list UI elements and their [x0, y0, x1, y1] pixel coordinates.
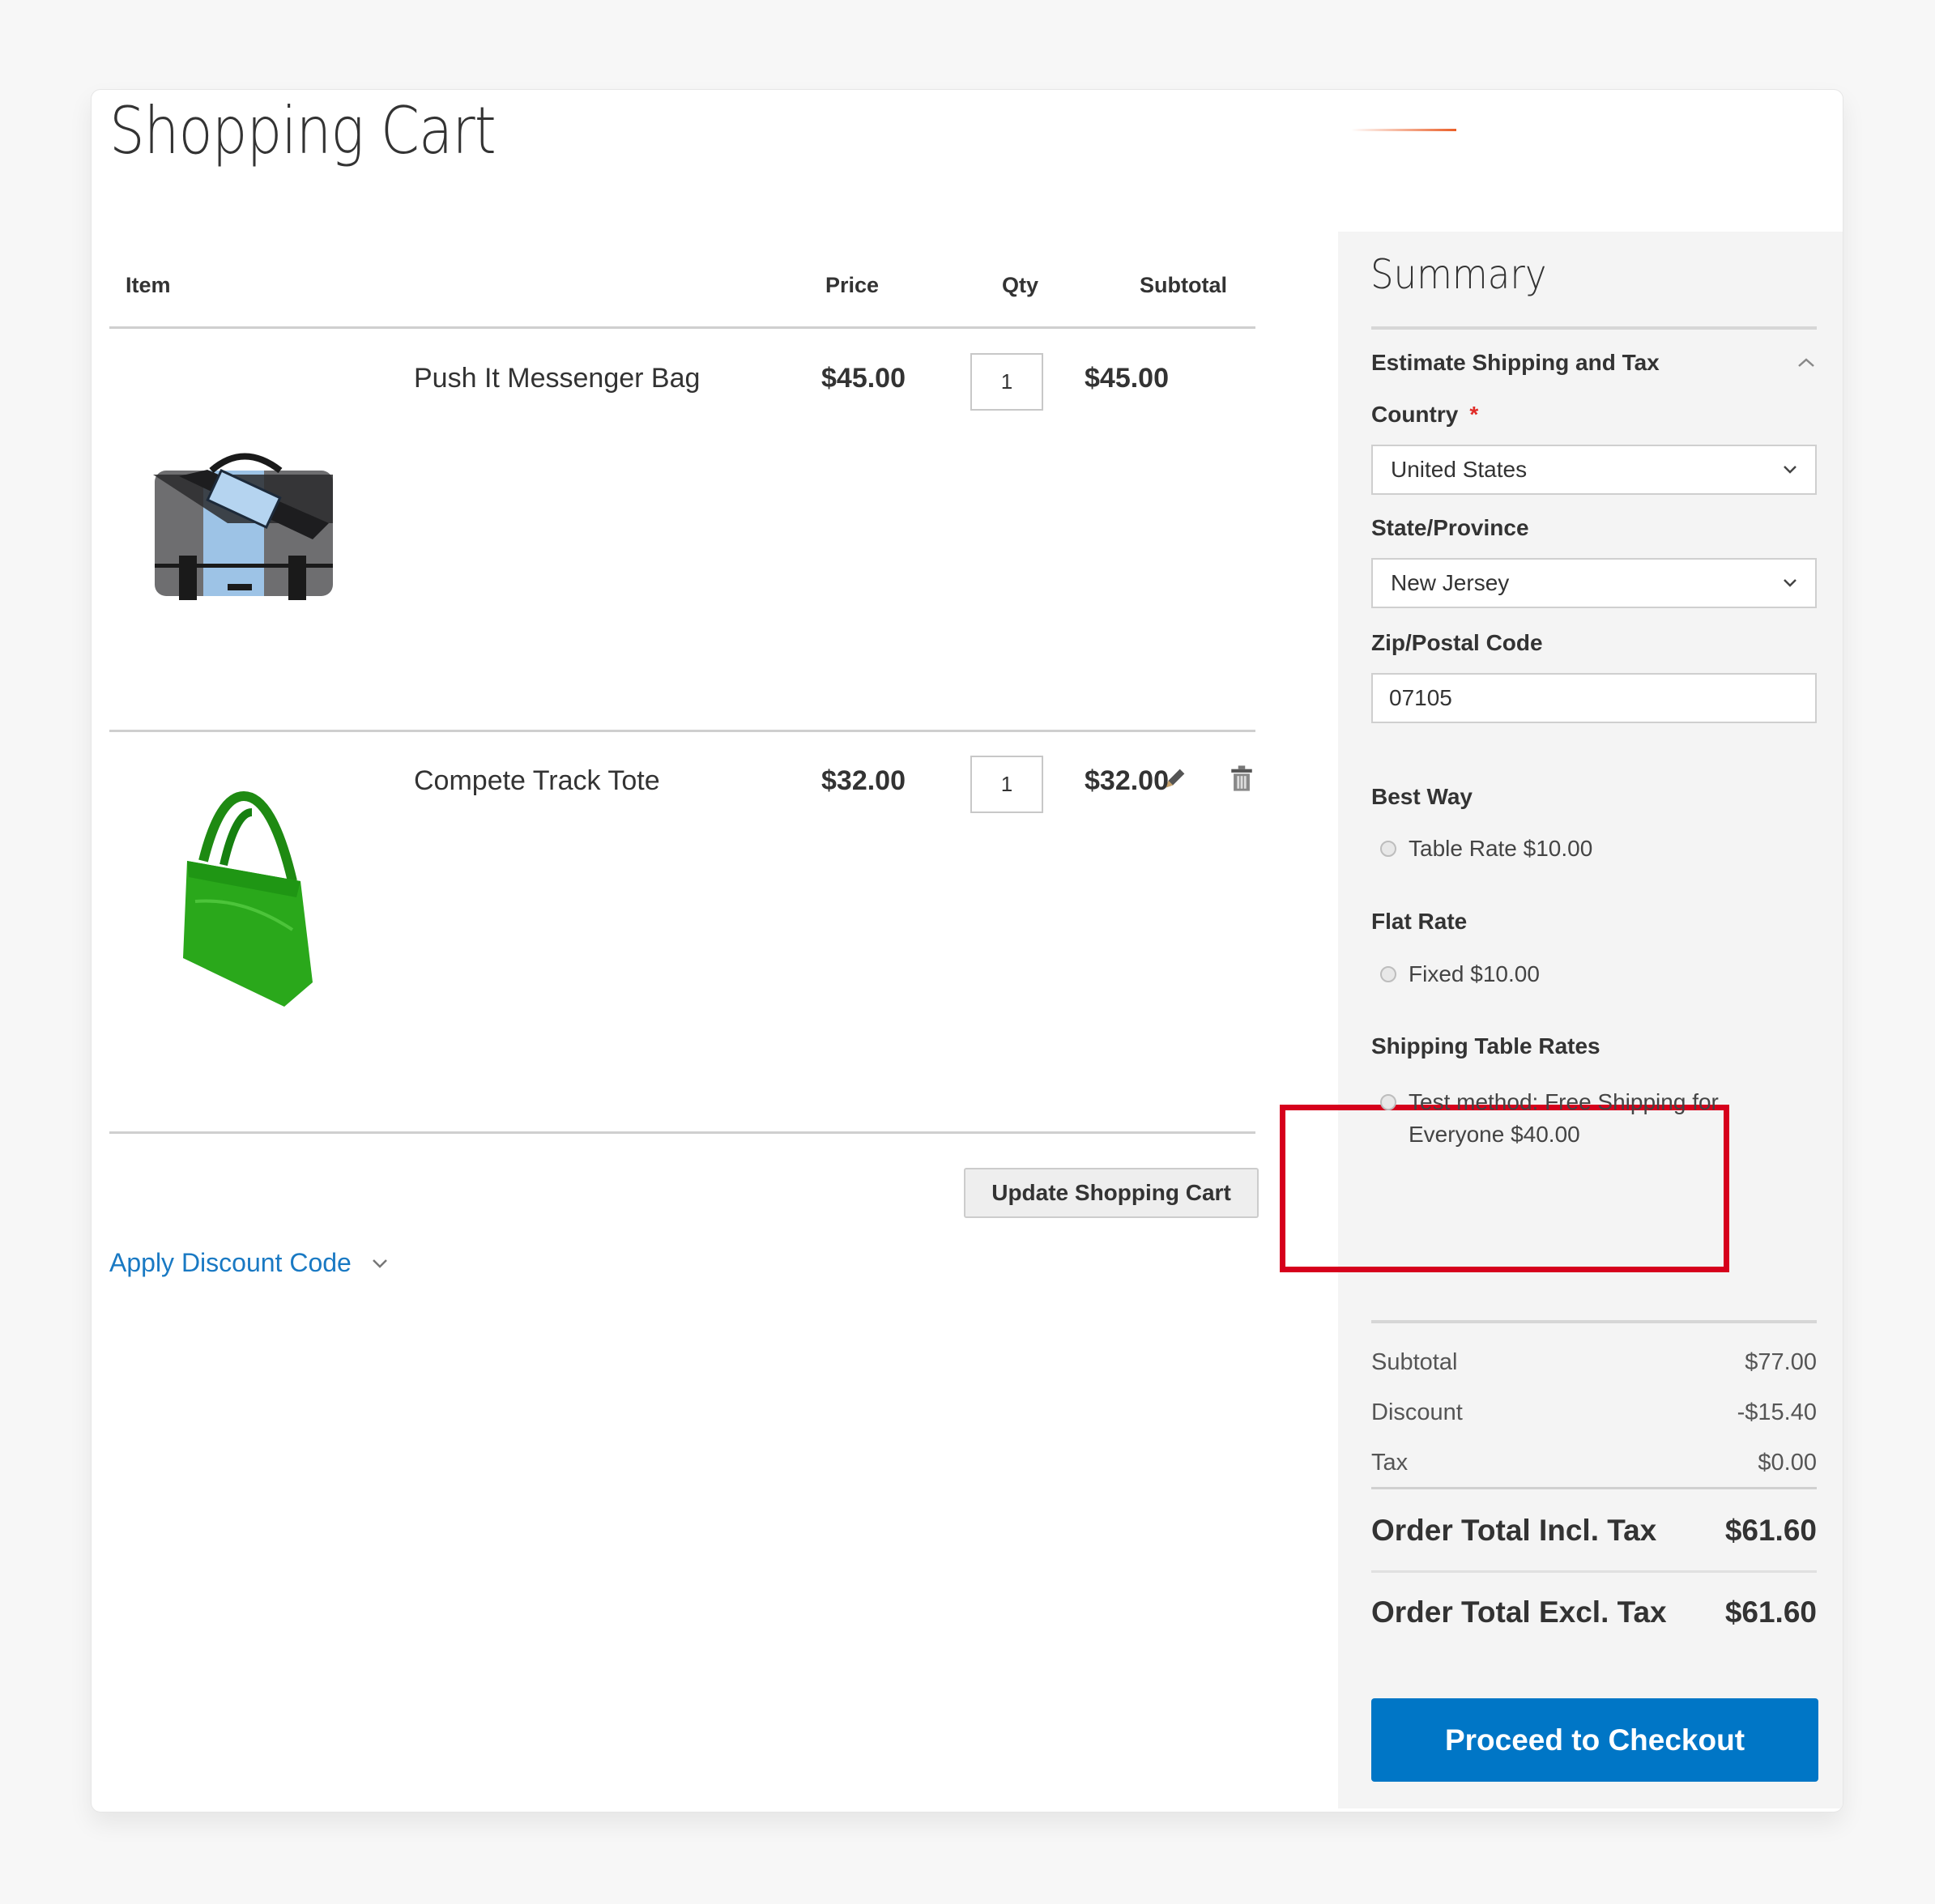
estimate-shipping-label: Estimate Shipping and Tax: [1371, 350, 1660, 375]
green-tote-image[interactable]: [130, 764, 349, 1023]
row-divider: [109, 1131, 1255, 1134]
totals-divider: [1371, 1570, 1817, 1573]
country-label: Country *: [1371, 402, 1478, 428]
state-value: New Jersey: [1391, 570, 1510, 595]
state-select[interactable]: New Jersey: [1371, 558, 1817, 608]
state-label: State/Province: [1371, 515, 1529, 540]
grand-total-value: $61.60: [1724, 1595, 1817, 1629]
column-header-qty: Qty: [1002, 273, 1039, 297]
zip-value: 07105: [1389, 685, 1452, 710]
summary-divider: [1371, 326, 1817, 330]
product-price: $45.00: [821, 363, 906, 394]
page-title: Shopping Cart: [109, 93, 497, 168]
update-cart-button[interactable]: Update Shopping Cart: [964, 1168, 1259, 1218]
chevron-down-icon: [1784, 579, 1796, 587]
product-name[interactable]: Push It Messenger Bag: [414, 363, 700, 394]
grand-total-value: $61.60: [1724, 1514, 1817, 1547]
required-mark: *: [1469, 402, 1479, 427]
proceed-to-checkout-button[interactable]: Proceed to Checkout: [1371, 1698, 1818, 1782]
shipping-group-title: Shipping Table Rates: [1371, 1033, 1600, 1058]
totals-value: $77.00: [1745, 1349, 1817, 1375]
column-header-item: Item: [126, 273, 171, 297]
grand-total-label: Order Total Incl. Tax: [1371, 1514, 1657, 1547]
radio-button[interactable]: [1380, 841, 1396, 857]
totals-row-subtotal: Subtotal $77.00: [1371, 1349, 1817, 1376]
messenger-bag-image[interactable]: [130, 402, 349, 661]
grand-total-incl-tax: Order Total Incl. Tax $61.60: [1371, 1514, 1817, 1548]
country-select[interactable]: United States: [1371, 445, 1817, 495]
shipping-option-free[interactable]: Test method: Free Shipping for Everyone …: [1380, 1086, 1719, 1151]
shipping-option-label: Test method: Free Shipping for Everyone …: [1409, 1086, 1719, 1151]
totals-divider: [1371, 1320, 1817, 1323]
product-subtotal: $32.00: [1085, 765, 1169, 796]
cart-item-row: Push It Messenger Bag $45.00 1 $45.00: [92, 329, 1255, 791]
shipping-group-title: Best Way: [1371, 784, 1473, 809]
grand-total-excl-tax: Order Total Excl. Tax $61.60: [1371, 1595, 1817, 1629]
product-subtotal: $45.00: [1085, 363, 1169, 394]
column-header-subtotal: Subtotal: [1140, 273, 1227, 297]
accent-line: [1351, 129, 1456, 131]
estimate-shipping-toggle[interactable]: Estimate Shipping and Tax: [1371, 345, 1817, 381]
chevron-up-icon: [1798, 358, 1814, 367]
shipping-option-label: Fixed $10.00: [1409, 961, 1540, 986]
shipping-option-table-rate[interactable]: Table Rate $10.00: [1380, 836, 1592, 862]
shipping-option-line2: Everyone $40.00: [1409, 1122, 1580, 1147]
order-summary-panel: Summary Estimate Shipping and Tax Countr…: [1280, 232, 1843, 1808]
totals-value: $0.00: [1758, 1450, 1817, 1476]
shipping-option-label: Table Rate $10.00: [1409, 836, 1593, 861]
shipping-group-title: Flat Rate: [1371, 909, 1468, 934]
radio-button[interactable]: [1380, 1094, 1396, 1110]
product-price: $32.00: [821, 765, 906, 796]
totals-label: Discount: [1371, 1399, 1463, 1425]
cart-item-row: Compete Track Tote $32.00 1 $32.00: [92, 731, 1255, 1194]
column-header-price: Price: [825, 273, 880, 297]
totals-value: -$15.40: [1737, 1399, 1817, 1425]
totals-row-tax: Tax $0.00: [1371, 1450, 1817, 1476]
zip-label: Zip/Postal Code: [1371, 630, 1543, 655]
product-name[interactable]: Compete Track Tote: [414, 765, 660, 797]
chevron-down-icon: [1784, 466, 1796, 474]
totals-label: Subtotal: [1371, 1349, 1458, 1375]
summary-title: Summary: [1370, 251, 1547, 298]
totals-row-discount: Discount -$15.40: [1371, 1399, 1817, 1426]
apply-discount-toggle[interactable]: Apply Discount Code: [109, 1248, 389, 1278]
country-value: United States: [1391, 457, 1528, 482]
zip-input[interactable]: 07105: [1371, 673, 1817, 723]
shipping-option-fixed[interactable]: Fixed $10.00: [1380, 961, 1540, 987]
apply-discount-label: Apply Discount Code: [109, 1248, 352, 1277]
cart-page-card: Shopping Cart Item Price Qty Subtotal Pu…: [91, 89, 1843, 1812]
radio-button[interactable]: [1380, 966, 1396, 982]
chevron-down-icon: [372, 1259, 387, 1268]
totals-label: Tax: [1371, 1450, 1409, 1476]
shipping-option-line1: Test method: Free Shipping for: [1409, 1089, 1719, 1114]
country-label-text: Country: [1371, 402, 1459, 427]
grand-total-label: Order Total Excl. Tax: [1371, 1595, 1667, 1629]
totals-divider: [1371, 1487, 1817, 1489]
